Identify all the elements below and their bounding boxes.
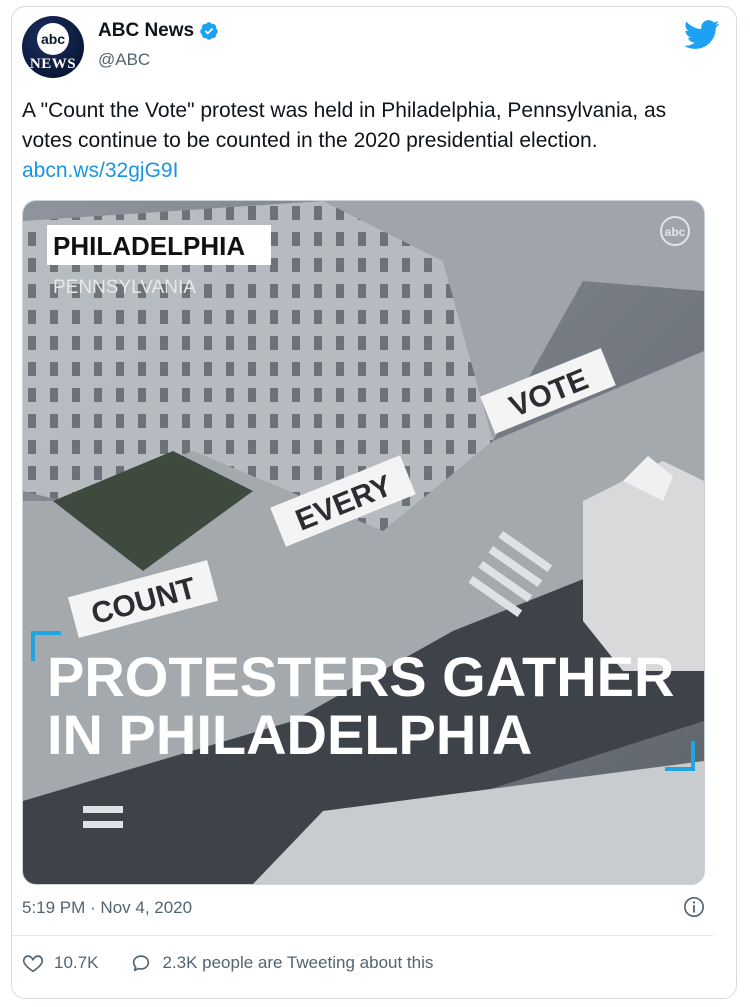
info-icon[interactable] [683, 896, 705, 918]
heart-icon [22, 955, 44, 973]
reply-button[interactable]: 2.3K people are Tweeting about this [130, 952, 433, 974]
like-count: 10.7K [54, 953, 99, 972]
like-button[interactable]: 10.7K [22, 952, 98, 974]
headline-line2: IN PHILADELPHIA [47, 703, 532, 766]
location-state: PENNSYLVANIA [53, 277, 196, 298]
tweet-actions: 10.7K 2.3K people are Tweeting about thi… [22, 952, 433, 974]
svg-text:abc: abc [665, 225, 686, 239]
twitter-bird-icon[interactable] [684, 20, 720, 50]
avatar-abc-logo: abc [37, 23, 69, 55]
video-media[interactable]: VOTE EVERY COUNT PHILADELPHIA PENNSYLVAN… [22, 200, 705, 885]
handle[interactable]: @ABC [98, 50, 150, 70]
tweet-body: A "Count the Vote" protest was held in P… [22, 99, 667, 152]
speech-bubble-icon [133, 955, 150, 972]
headline-line1: PROTESTERS GATHER [47, 645, 674, 708]
tower [583, 461, 704, 671]
tweet-link[interactable]: abcn.ws/32gjG9I [22, 159, 178, 182]
name-row[interactable]: ABC News [98, 20, 219, 42]
display-name[interactable]: ABC News [98, 20, 194, 42]
verified-badge-icon [200, 22, 218, 40]
video-frame: VOTE EVERY COUNT PHILADELPHIA PENNSYLVAN… [23, 201, 704, 884]
divider [11, 935, 713, 936]
tweet-timestamp[interactable]: 5:19 PM · Nov 4, 2020 [22, 898, 192, 918]
reply-summary: 2.3K people are Tweeting about this [162, 953, 434, 972]
avatar-news-text: NEWS [29, 56, 77, 72]
location-city: PHILADELPHIA [53, 231, 245, 261]
avatar[interactable]: abc NEWS [22, 16, 84, 78]
tweet-text: A "Count the Vote" protest was held in P… [22, 96, 702, 186]
